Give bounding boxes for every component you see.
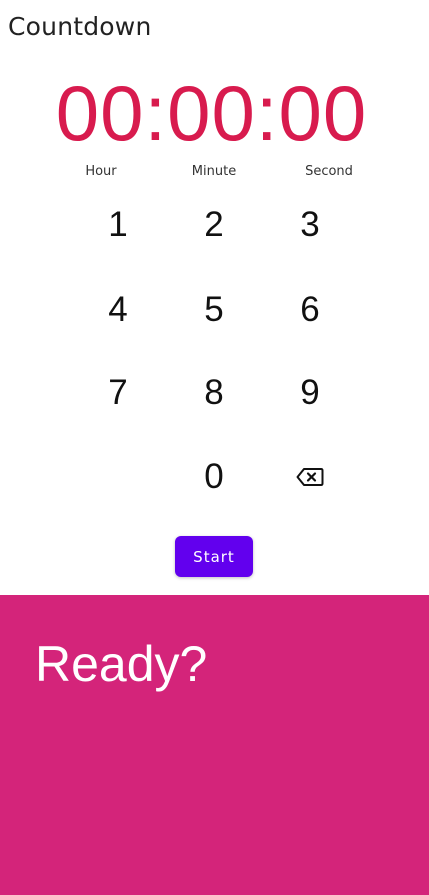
timer-display: 00:00:00 bbox=[55, 69, 368, 157]
key-4[interactable]: 4 bbox=[78, 280, 158, 340]
key-5[interactable]: 5 bbox=[174, 280, 254, 340]
key-1[interactable]: 1 bbox=[78, 195, 158, 255]
key-3[interactable]: 3 bbox=[270, 195, 350, 255]
app-title: Countdown bbox=[8, 12, 152, 41]
start-button[interactable]: Start bbox=[175, 536, 253, 577]
status-panel: Ready? bbox=[0, 595, 429, 895]
ready-message: Ready? bbox=[35, 636, 208, 692]
backspace-button[interactable] bbox=[290, 462, 330, 492]
key-9[interactable]: 9 bbox=[270, 363, 350, 423]
key-0[interactable]: 0 bbox=[174, 447, 254, 507]
minute-label: Minute bbox=[191, 164, 237, 179]
hour-label: Hour bbox=[85, 164, 117, 179]
key-7[interactable]: 7 bbox=[78, 363, 158, 423]
key-6[interactable]: 6 bbox=[270, 280, 350, 340]
backspace-icon bbox=[296, 468, 324, 486]
key-2[interactable]: 2 bbox=[174, 195, 254, 255]
second-label: Second bbox=[305, 164, 353, 179]
key-8[interactable]: 8 bbox=[174, 363, 254, 423]
